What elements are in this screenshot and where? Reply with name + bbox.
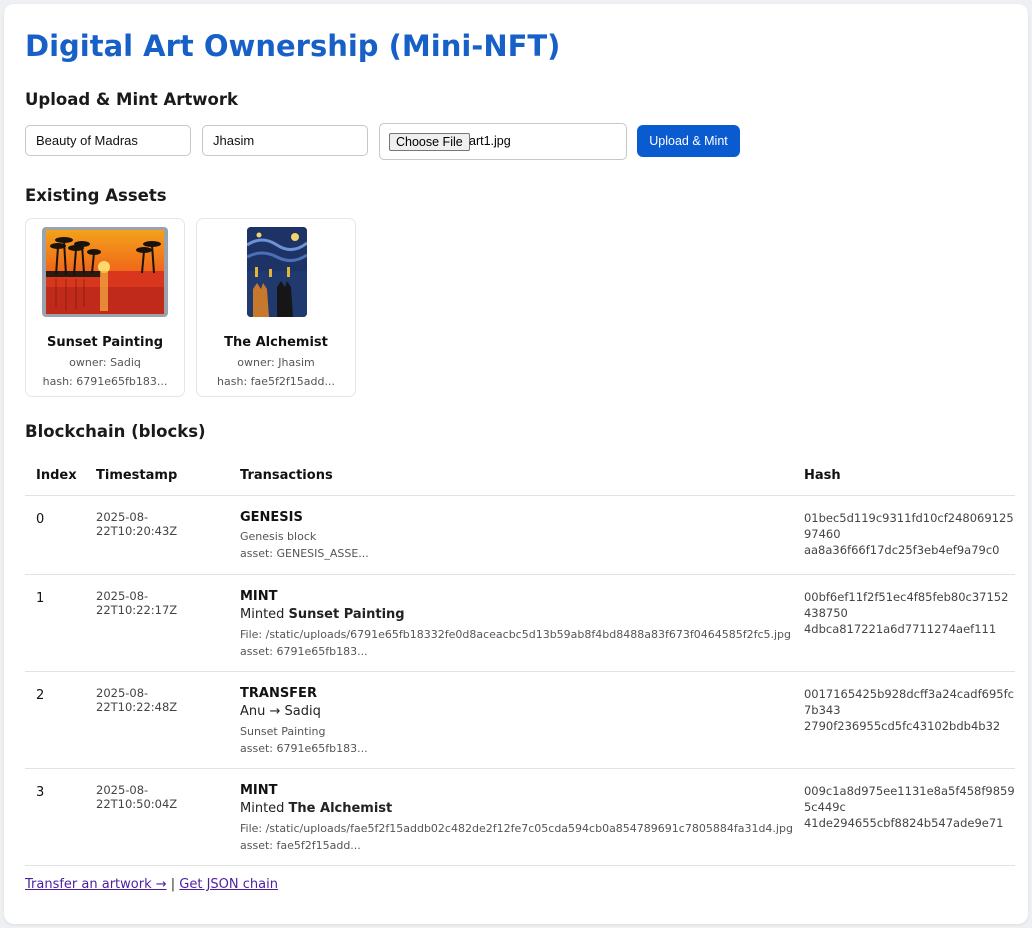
column-header-index: Index xyxy=(25,456,85,496)
block-hash: 00bf6ef11f2f51ec4f85feb80c37152438750 4d… xyxy=(792,574,1015,672)
upload-heading: Upload & Mint Artwork xyxy=(25,90,238,109)
link-separator: | xyxy=(166,877,180,892)
block-transactions: GENESIS Genesis block asset: GENESIS_ASS… xyxy=(229,495,793,575)
block-timestamp: 2025-08-22T10:20:43Z xyxy=(85,495,229,575)
column-header-timestamp: Timestamp xyxy=(85,456,229,496)
asset-card[interactable]: The Alchemist owner: Jhasim hash: fae5f2… xyxy=(196,218,356,397)
file-name: art1.jpg xyxy=(469,134,511,148)
asset-title: The Alchemist xyxy=(224,335,328,350)
block-hash: 01bec5d119c9311fd10cf24806912597460 aa8a… xyxy=(792,495,1015,575)
column-header-transactions: Transactions xyxy=(229,456,793,496)
block-index: 2 xyxy=(25,671,85,769)
blockchain-table: Index Timestamp Transactions Hash 0 2025… xyxy=(25,456,1015,866)
tx-detail: Genesis block xyxy=(240,530,317,543)
block-transactions: MINT Minted Sunset Painting File: /stati… xyxy=(229,574,793,672)
tx-summary: Anu → Sadiq xyxy=(240,704,321,719)
column-header-hash: Hash xyxy=(792,456,1015,496)
asset-card[interactable]: Sunset Painting owner: Sadiq hash: 6791e… xyxy=(25,218,185,397)
get-json-chain-link[interactable]: Get JSON chain xyxy=(179,877,278,892)
artwork-title-input[interactable]: Beauty of Madras xyxy=(25,125,191,156)
tx-summary: Minted Sunset Painting xyxy=(240,607,793,622)
tx-file-path: File: /static/uploads/6791e65fb18332fe0d… xyxy=(240,628,792,641)
main-card: Digital Art Ownership (Mini-NFT) Upload … xyxy=(4,4,1028,924)
tx-type: MINT xyxy=(240,589,278,604)
upload-mint-button[interactable]: Upload & Mint xyxy=(637,125,740,157)
block-hash-line: 41de294655cbf8824b547ade9e71 xyxy=(803,816,1004,830)
table-header-row: Index Timestamp Transactions Hash xyxy=(25,456,1015,496)
choose-file-button[interactable]: Choose File xyxy=(389,133,470,151)
table-row: 3 2025-08-22T10:50:04Z MINT Minted The A… xyxy=(25,768,1015,866)
tx-asset: asset: GENESIS_ASSE... xyxy=(240,547,369,560)
table-row: 0 2025-08-22T10:20:43Z GENESIS Genesis b… xyxy=(25,495,1015,575)
tx-type: MINT xyxy=(240,783,278,798)
tx-file-path: File: /static/uploads/fae5f2f15addb02c48… xyxy=(240,822,793,835)
block-hash-line: 2790f236955cd5fc43102bdb4b32 xyxy=(803,719,1001,733)
block-transactions: MINT Minted The Alchemist File: /static/… xyxy=(229,768,793,866)
asset-hash: hash: 6791e65fb183... xyxy=(42,375,168,388)
block-timestamp: 2025-08-22T10:50:04Z xyxy=(85,768,229,866)
transfer-artwork-link[interactable]: Transfer an artwork → xyxy=(25,877,167,892)
block-index: 0 xyxy=(25,495,85,575)
footer-links: Transfer an artwork → | Get JSON chain xyxy=(25,877,278,892)
tx-asset: asset: fae5f2f15add... xyxy=(240,839,361,852)
asset-title: Sunset Painting xyxy=(46,335,164,350)
tx-asset: asset: 6791e65fb183... xyxy=(240,645,368,658)
block-hash: 009c1a8d975ee1131e8a5f458f98595c449c 41d… xyxy=(792,768,1015,866)
asset-owner: owner: Jhasim xyxy=(237,356,315,369)
table-row: 2 2025-08-22T10:22:48Z TRANSFER Anu → Sa… xyxy=(25,671,1015,769)
artwork-thumbnail xyxy=(42,227,168,317)
asset-hash: hash: fae5f2f15add... xyxy=(217,375,335,388)
block-timestamp: 2025-08-22T10:22:48Z xyxy=(85,671,229,769)
block-hash-line: 00bf6ef11f2f51ec4f85feb80c37152438750 xyxy=(803,590,1009,620)
block-hash-line: 4dbca817221a6d7711274aef111 xyxy=(803,622,997,636)
assets-heading: Existing Assets xyxy=(25,186,167,205)
block-hash-line: 01bec5d119c9311fd10cf24806912597460 xyxy=(803,511,1014,541)
table-row: 1 2025-08-22T10:22:17Z MINT Minted Sunse… xyxy=(25,574,1015,672)
tx-asset: asset: 6791e65fb183... xyxy=(240,742,368,755)
tx-summary-prefix: Minted xyxy=(240,801,289,816)
block-transactions: TRANSFER Anu → Sadiq Sunset Painting ass… xyxy=(229,671,793,769)
block-hash-line: 0017165425b928dcff3a24cadf695fc7b343 xyxy=(803,687,1014,717)
tx-type: GENESIS xyxy=(240,510,303,525)
tx-type: TRANSFER xyxy=(240,686,317,701)
file-input[interactable]: Choose File art1.jpg xyxy=(379,123,627,160)
blockchain-heading: Blockchain (blocks) xyxy=(25,422,206,441)
tx-summary: Minted The Alchemist xyxy=(240,801,793,816)
tx-summary-prefix: Minted xyxy=(240,607,289,622)
block-hash-line: 009c1a8d975ee1131e8a5f458f98595c449c xyxy=(803,784,1015,814)
tx-artwork-name: Sunset Painting xyxy=(288,607,405,622)
tx-artwork-name: The Alchemist xyxy=(288,801,393,816)
block-hash: 0017165425b928dcff3a24cadf695fc7b343 279… xyxy=(792,671,1015,769)
block-index: 3 xyxy=(25,768,85,866)
block-index: 1 xyxy=(25,574,85,672)
tx-artwork-name: Sunset Painting xyxy=(240,725,326,738)
asset-owner: owner: Sadiq xyxy=(69,356,141,369)
block-hash-line: aa8a36f66f17dc25f3eb4ef9a79c0 xyxy=(803,543,1000,557)
page-title: Digital Art Ownership (Mini-NFT) xyxy=(25,29,561,63)
owner-input[interactable]: Jhasim xyxy=(202,125,368,156)
artwork-thumbnail xyxy=(247,227,307,317)
block-timestamp: 2025-08-22T10:22:17Z xyxy=(85,574,229,672)
